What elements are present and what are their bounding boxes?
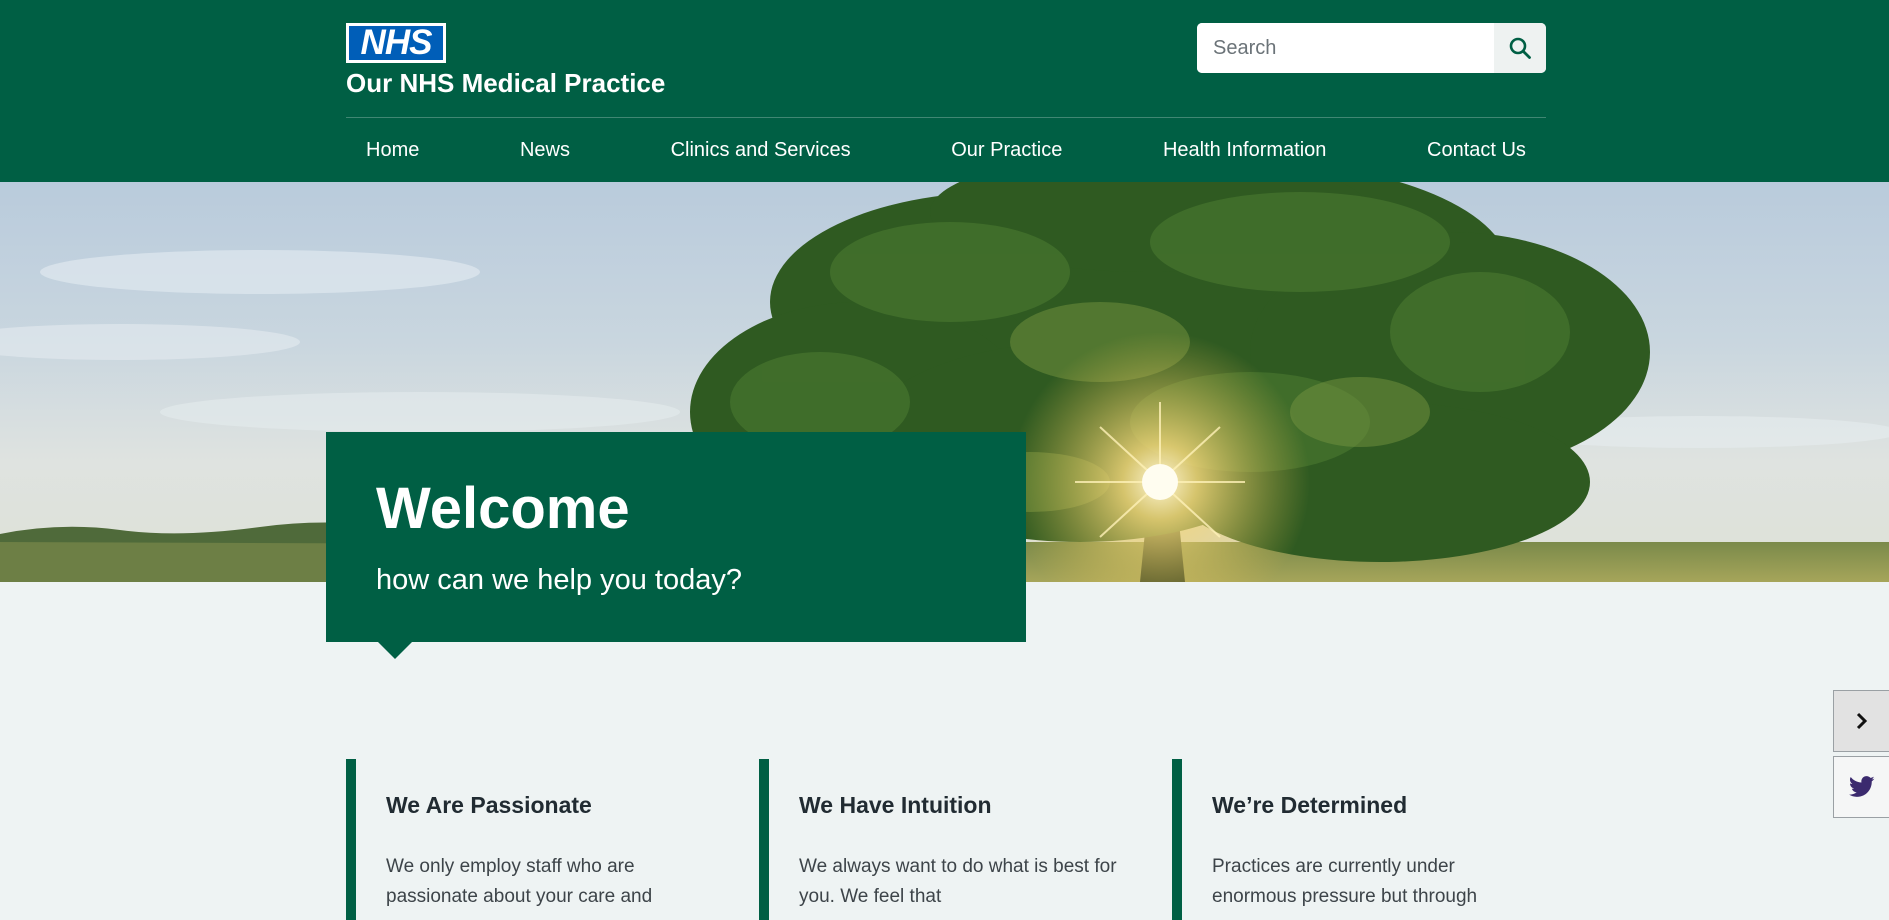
chevron-right-icon [1856,712,1867,730]
feature-card-title: We Are Passionate [386,792,592,818]
nhs-logo[interactable]: NHS [346,23,446,63]
main-nav: Home News Clinics and Services Our Pract… [346,118,1546,182]
feature-card: We Have Intuition We always want to do w… [759,759,1139,920]
feature-card: We’re Determined Practices are currently… [1172,759,1552,920]
nav-item-contact-us[interactable]: Contact Us [1427,139,1526,162]
welcome-title: Welcome [376,476,630,541]
search-button[interactable] [1494,23,1546,73]
welcome-panel: Welcome how can we help you today? [326,432,1026,642]
header-inner: NHS Our NHS Medical Practice Home News C… [346,0,1546,182]
search-input[interactable] [1197,23,1494,73]
nav-item-news[interactable]: News [520,139,570,162]
logo-link[interactable]: NHS [346,23,446,68]
search-icon [1509,37,1531,59]
nhs-logo-text: NHS [349,25,443,60]
search-box [1197,23,1546,73]
site-header: NHS Our NHS Medical Practice Home News C… [0,0,1889,182]
feature-card-text: We always want to do what is best for yo… [799,856,1117,907]
nav-item-our-practice[interactable]: Our Practice [951,139,1062,162]
feature-card: We Are Passionate We only employ staff w… [346,759,726,920]
twitter-button[interactable] [1833,756,1889,818]
feature-card-text: We only employ staff who are passionate … [386,856,653,907]
nav-item-health-information[interactable]: Health Information [1163,139,1326,162]
welcome-pointer [378,642,412,659]
feature-card-title: We’re Determined [1212,792,1408,818]
welcome-subtitle: how can we help you today? [376,564,742,596]
feature-card-title: We Have Intuition [799,792,992,818]
feature-cards: We Are Passionate We only employ staff w… [346,759,1546,920]
site-title[interactable]: Our NHS Medical Practice [346,68,665,99]
twitter-icon [1848,776,1875,797]
nav-item-clinics-and-services[interactable]: Clinics and Services [671,139,851,162]
side-panel-toggle-button[interactable] [1833,690,1889,752]
nav-item-home[interactable]: Home [366,139,419,162]
feature-card-text: Practices are currently under enormous p… [1212,856,1478,907]
